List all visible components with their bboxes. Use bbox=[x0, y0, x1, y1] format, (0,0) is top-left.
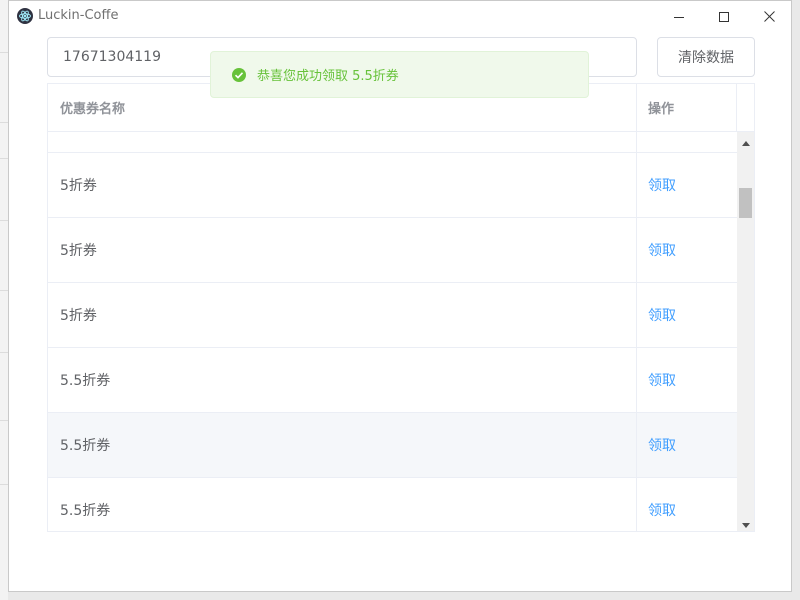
coupon-name-cell: 5.5折券 bbox=[48, 478, 637, 531]
success-check-icon bbox=[231, 67, 247, 83]
table-body: 5折券 领取 5折券 领取 5折券 领取 5.5折券 领取 5.5折券 领取 5… bbox=[48, 132, 737, 531]
action-cell: 领取 bbox=[637, 218, 737, 282]
coupon-name-cell: 5折券 bbox=[48, 218, 637, 282]
table-row: 5.5折券 领取 bbox=[48, 413, 737, 478]
coupon-name-cell bbox=[48, 132, 637, 152]
claim-link[interactable]: 领取 bbox=[648, 500, 676, 520]
close-button[interactable] bbox=[746, 4, 792, 28]
claim-link[interactable]: 领取 bbox=[648, 305, 676, 325]
column-header-action: 操作 bbox=[637, 84, 737, 131]
background-divider bbox=[0, 484, 8, 485]
background-divider bbox=[0, 52, 8, 53]
minimize-button[interactable] bbox=[656, 4, 702, 28]
coupon-name-cell: 5折券 bbox=[48, 283, 637, 347]
table-row: 5.5折券 领取 bbox=[48, 348, 737, 413]
claim-link[interactable]: 领取 bbox=[648, 175, 676, 195]
claim-link[interactable]: 领取 bbox=[648, 240, 676, 260]
claim-link[interactable]: 领取 bbox=[648, 370, 676, 390]
vertical-scrollbar[interactable] bbox=[737, 132, 754, 531]
table-row: 5折券 领取 bbox=[48, 283, 737, 348]
background-app-edge bbox=[0, 0, 8, 600]
minimize-icon bbox=[674, 7, 684, 26]
success-toast: 恭喜您成功领取 5.5折券 bbox=[210, 51, 589, 98]
maximize-icon bbox=[719, 7, 729, 26]
coupon-name-cell: 5.5折券 bbox=[48, 348, 637, 412]
action-cell bbox=[637, 132, 737, 152]
table-row bbox=[48, 132, 737, 153]
coupon-name-cell: 5.5折券 bbox=[48, 413, 637, 477]
clear-data-button[interactable]: 清除数据 bbox=[657, 37, 755, 77]
action-cell: 领取 bbox=[637, 348, 737, 412]
background-divider bbox=[0, 420, 8, 421]
table-row: 5折券 领取 bbox=[48, 218, 737, 283]
header-gutter bbox=[737, 84, 754, 131]
action-cell: 领取 bbox=[637, 153, 737, 217]
app-logo-icon bbox=[17, 8, 33, 24]
background-divider bbox=[0, 158, 8, 159]
claim-link[interactable]: 领取 bbox=[648, 435, 676, 455]
scroll-up-icon bbox=[741, 131, 750, 150]
maximize-button[interactable] bbox=[701, 4, 747, 28]
table-row: 5折券 领取 bbox=[48, 153, 737, 218]
background-divider bbox=[0, 352, 8, 353]
coupon-table: 优惠券名称 操作 5折券 领取 5折券 领取 5折券 领取 5.5折券 领取 5… bbox=[47, 83, 755, 532]
background-divider bbox=[0, 220, 8, 221]
scroll-down-icon bbox=[741, 513, 750, 531]
table-row: 5.5折券 领取 bbox=[48, 478, 737, 531]
action-cell: 领取 bbox=[637, 478, 737, 531]
close-icon bbox=[763, 7, 775, 26]
background-divider bbox=[0, 122, 8, 123]
coupon-name-cell: 5折券 bbox=[48, 153, 637, 217]
background-divider bbox=[0, 290, 8, 291]
window-title: Luckin-Coffe bbox=[38, 8, 119, 23]
scroll-up-button[interactable] bbox=[737, 132, 754, 149]
scroll-down-button[interactable] bbox=[737, 514, 754, 531]
toast-message: 恭喜您成功领取 5.5折券 bbox=[257, 69, 399, 84]
action-cell: 领取 bbox=[637, 283, 737, 347]
scrollbar-thumb[interactable] bbox=[739, 188, 752, 218]
title-bar: Luckin-Coffe bbox=[9, 1, 791, 31]
action-cell: 领取 bbox=[637, 413, 737, 477]
